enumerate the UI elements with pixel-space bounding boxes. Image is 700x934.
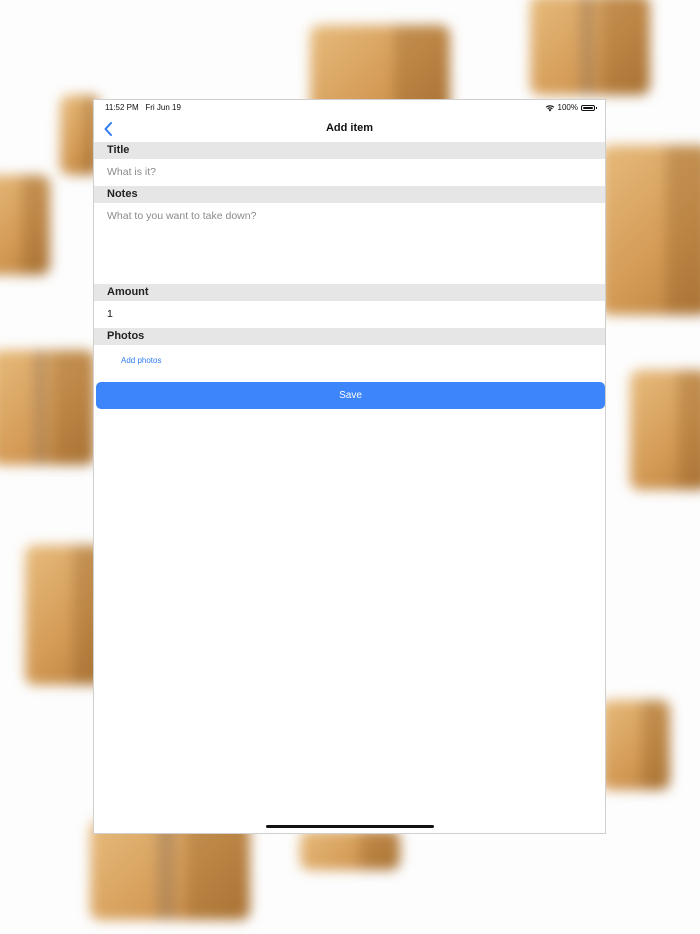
navigation-bar: Add item [94, 116, 605, 141]
box-image [90, 820, 250, 920]
box-image [530, 0, 650, 95]
page-title: Add item [325, 122, 374, 134]
title-section-header: Title [94, 142, 605, 159]
amount-value: 1 [107, 308, 113, 320]
status-date-label: Fri Jun 19 [145, 103, 181, 112]
title-placeholder: What is it? [107, 166, 157, 178]
save-button[interactable]: Save [96, 382, 605, 409]
status-indicators: 100% [545, 103, 597, 112]
box-image [0, 350, 95, 465]
title-input[interactable]: What is it? [94, 159, 605, 186]
wifi-icon [545, 104, 554, 111]
amount-section-header: Amount [94, 284, 605, 301]
notes-section-header: Notes [94, 186, 605, 203]
add-photos-button[interactable]: Add photos [121, 356, 161, 365]
notes-textarea[interactable]: What to you want to take down? [94, 203, 605, 283]
photos-section-header: Photos [94, 328, 605, 345]
status-time: 11:52 PM Fri Jun 19 [105, 103, 181, 112]
box-image [300, 830, 400, 870]
box-image [600, 145, 700, 315]
home-indicator[interactable] [266, 825, 434, 828]
notes-placeholder: What to you want to take down? [107, 210, 257, 222]
status-bar: 11:52 PM Fri Jun 19 100% [94, 100, 605, 116]
amount-input[interactable]: 1 [94, 301, 605, 328]
status-time-label: 11:52 PM [105, 103, 139, 112]
box-image [630, 370, 700, 490]
battery-percent: 100% [557, 103, 578, 112]
battery-icon [581, 104, 597, 111]
app-screen: 11:52 PM Fri Jun 19 100% Add item Title … [93, 99, 606, 834]
box-image [600, 700, 670, 790]
box-image [0, 175, 50, 275]
